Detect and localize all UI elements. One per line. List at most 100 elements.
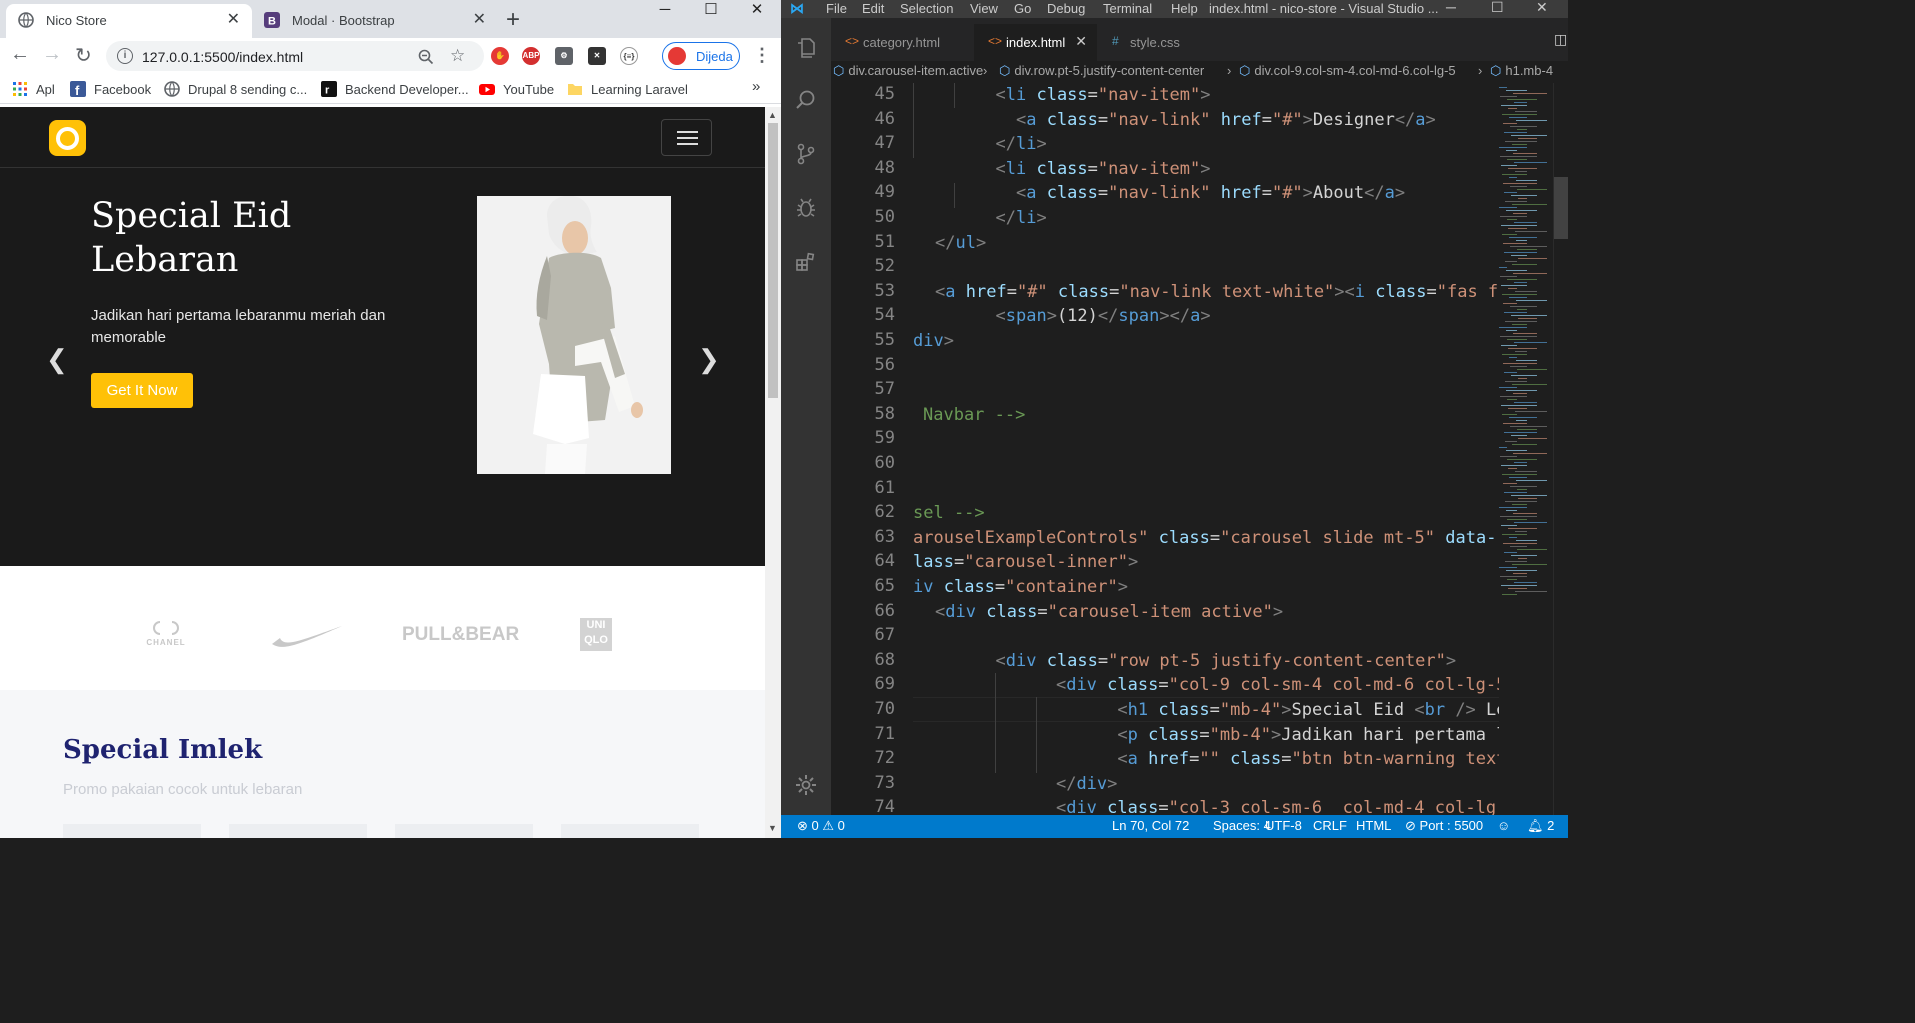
scrollbar-thumb[interactable] xyxy=(1554,177,1568,239)
close-tab-icon[interactable]: ✕ xyxy=(473,9,486,29)
cursor-position[interactable]: Ln 70, Col 72 xyxy=(1112,818,1189,833)
code-editor[interactable]: 45 46 47 48 49 50 51 52 53 54 55 56 57 58 59 60 61 62 63 64… xyxy=(831,83,1529,815)
code-line: iv class="container"> xyxy=(913,577,1129,597)
line-number: 52 xyxy=(874,256,895,277)
breadcrumb-item[interactable]: ⬡ div.col-9.col-sm-4.col-md-6.col-lg-5 xyxy=(1239,63,1456,79)
browser-tab-nico-store[interactable]: Nico Store ✕ xyxy=(6,4,252,38)
address-bar[interactable]: i 127.0.0.1:5500/index.html ☆ xyxy=(106,41,484,71)
bookmark-drupal[interactable]: Drupal 8 sending c... xyxy=(164,81,307,97)
minimize-icon[interactable]: ─ xyxy=(1446,0,1456,15)
site-logo[interactable] xyxy=(49,120,86,156)
live-server-port[interactable]: ⊘ Port : 5500 xyxy=(1405,818,1483,834)
bookmark-label: Learning Laravel xyxy=(591,82,688,97)
menu-edit[interactable]: Edit xyxy=(862,1,884,16)
bookmark-star-icon[interactable]: ☆ xyxy=(450,46,465,66)
split-editor-icon[interactable]: ◫ xyxy=(1554,31,1567,48)
encoding[interactable]: UTF-8 xyxy=(1265,818,1302,833)
tab-label: category.html xyxy=(863,35,941,50)
menu-terminal[interactable]: Terminal xyxy=(1103,1,1152,16)
close-tab-icon[interactable]: ✕ xyxy=(227,9,240,29)
settings-gear-icon[interactable] xyxy=(794,773,818,797)
search-icon[interactable] xyxy=(794,88,818,112)
breadcrumb-item[interactable]: ⬡ h1.mb-4 xyxy=(1490,63,1553,79)
browser-tab-bootstrap[interactable]: B Modal · Bootstrap ✕ xyxy=(252,4,498,38)
chrome-menu-icon[interactable]: ⋮ xyxy=(753,45,771,66)
maximize-icon[interactable]: ☐ xyxy=(688,0,734,28)
dark-extension-icon[interactable]: ✕ xyxy=(588,47,606,65)
bookmark-youtube[interactable]: YouTube xyxy=(479,81,554,97)
special-imlek-section: Special Imlek Promo pakaian cocok untuk … xyxy=(0,690,765,838)
explorer-icon[interactable] xyxy=(794,36,818,60)
chevron-right-icon: › xyxy=(1227,63,1232,78)
line-ending[interactable]: CRLF xyxy=(1313,818,1347,833)
puzzle-extension-icon[interactable]: ⚙ xyxy=(555,47,573,65)
site-info-icon[interactable]: i xyxy=(117,48,133,64)
scroll-up-icon[interactable]: ▲ xyxy=(768,110,777,120)
status-bar: ⊗ 0 ⚠ 0 Ln 70, Col 72 Spaces: 4 UTF-8 CR… xyxy=(781,815,1568,838)
problems-indicator[interactable]: ⊗ 0 ⚠ 0 xyxy=(797,818,845,834)
tab-category-html[interactable]: <> category.html xyxy=(831,24,974,61)
editor-scrollbar[interactable] xyxy=(1553,83,1568,815)
carousel-next-icon[interactable]: ❯ xyxy=(698,344,720,375)
close-window-icon[interactable]: ✕ xyxy=(734,0,780,28)
bookmark-apps[interactable]: Apl xyxy=(12,81,55,97)
scroll-down-icon[interactable]: ▼ xyxy=(768,823,777,833)
abp-extension-icon[interactable]: ABP xyxy=(522,47,540,65)
back-icon[interactable]: ← xyxy=(10,43,30,66)
brand-nike-logo xyxy=(270,624,344,655)
tab-label: style.css xyxy=(1130,35,1180,50)
source-control-icon[interactable] xyxy=(794,142,818,166)
code-area[interactable]: <li class="nav-item"> <a class="nav-link… xyxy=(913,83,1529,815)
bookmark-backend-developer[interactable]: r Backend Developer... xyxy=(321,81,469,97)
minimap[interactable] xyxy=(1499,83,1553,815)
menu-help[interactable]: Help xyxy=(1171,1,1198,16)
line-number: 55 xyxy=(874,330,895,350)
menu-file[interactable]: File xyxy=(826,1,847,16)
bookmark-learning-laravel[interactable]: Learning Laravel xyxy=(567,81,688,97)
page-scrollbar[interactable]: ▲ ▼ xyxy=(765,107,781,838)
bookmarks-overflow-button[interactable]: » xyxy=(752,78,760,95)
menu-go[interactable]: Go xyxy=(1014,1,1031,16)
line-number: 65 xyxy=(874,576,895,596)
reload-icon[interactable]: ↻ xyxy=(75,43,92,68)
menu-view[interactable]: View xyxy=(970,1,998,16)
breadcrumb-item[interactable]: ⬡ div.row.pt-5.justify-content-center xyxy=(999,63,1204,79)
debug-icon[interactable] xyxy=(794,196,818,220)
code-line: <a class="nav-link" href="#">Designer</a… xyxy=(1015,109,1436,130)
forward-icon[interactable]: → xyxy=(42,43,62,66)
notifications[interactable]: 🔔︎ 2 xyxy=(1527,818,1554,834)
hero-subtitle: Jadikan hari pertama lebaranmu meriah da… xyxy=(91,307,386,346)
product-card[interactable] xyxy=(395,824,533,838)
extensions-icon[interactable] xyxy=(794,250,818,274)
zoom-icon[interactable] xyxy=(418,49,434,65)
tab-index-html[interactable]: <> index.html ✕ xyxy=(974,24,1097,61)
facebook-icon: f xyxy=(70,81,86,97)
brand-chanel-logo: CHANEL xyxy=(146,620,186,647)
close-window-icon[interactable]: ✕ xyxy=(1536,0,1548,16)
site-navbar xyxy=(0,107,765,168)
get-it-now-button[interactable]: Get It Now xyxy=(91,373,193,408)
maximize-icon[interactable]: ☐ xyxy=(1491,0,1504,16)
tab-style-css[interactable]: # style.css xyxy=(1098,24,1208,61)
json-extension-icon[interactable]: {≡} xyxy=(620,47,638,65)
breadcrumb-item[interactable]: ⬡ div.carousel-item.active xyxy=(833,63,983,79)
navbar-toggler-button[interactable] xyxy=(661,119,712,156)
menu-selection[interactable]: Selection xyxy=(900,1,953,16)
profile-button[interactable]: Dijeda xyxy=(662,42,740,70)
product-card[interactable] xyxy=(229,824,367,838)
bookmark-facebook[interactable]: f Facebook xyxy=(70,81,151,97)
new-tab-button[interactable]: + xyxy=(506,6,520,34)
product-card[interactable] xyxy=(63,824,201,838)
bookmark-label: Drupal 8 sending c... xyxy=(188,82,308,97)
minimize-icon[interactable]: ─ xyxy=(642,0,688,28)
indentation-setting[interactable]: Spaces: 4 xyxy=(1213,818,1271,833)
close-tab-icon[interactable]: ✕ xyxy=(1075,33,1087,50)
line-number: 61 xyxy=(874,477,895,498)
carousel-prev-icon[interactable]: ❮ xyxy=(46,344,68,375)
adblock-extension-icon[interactable]: ✋ xyxy=(491,47,509,65)
product-card[interactable] xyxy=(561,824,699,838)
feedback-icon[interactable]: ☺ xyxy=(1497,818,1510,833)
language-mode[interactable]: HTML xyxy=(1356,818,1391,833)
scrollbar-thumb[interactable] xyxy=(768,123,778,398)
menu-debug[interactable]: Debug xyxy=(1047,1,1085,16)
